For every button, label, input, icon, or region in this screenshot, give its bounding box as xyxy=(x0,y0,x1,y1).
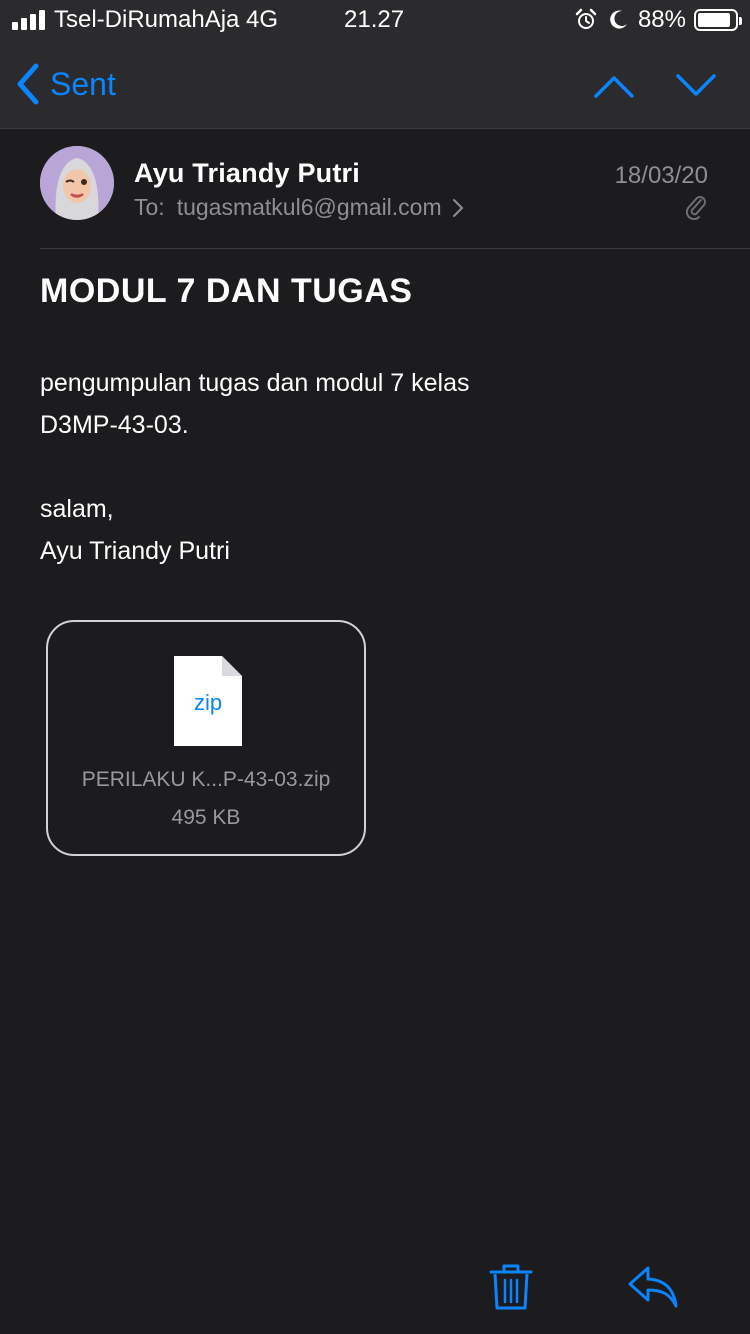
body-line: Ayu Triandy Putri xyxy=(40,537,230,565)
body-line: pengumpulan tugas dan modul 7 kelas xyxy=(40,369,470,397)
chevron-down-icon[interactable] xyxy=(674,64,718,108)
chevron-up-icon[interactable] xyxy=(592,64,636,108)
message-date: 18/03/20 xyxy=(614,162,708,189)
memoji-avatar-icon xyxy=(40,146,114,220)
body-line: salam, xyxy=(40,495,114,523)
chevron-left-icon xyxy=(17,63,39,105)
recipient-address: tugasmatkul6@gmail.com xyxy=(176,194,442,220)
header-divider xyxy=(40,248,750,249)
status-right-group: 88% xyxy=(574,6,742,34)
reply-icon[interactable] xyxy=(626,1264,680,1310)
signal-icon xyxy=(12,10,48,30)
back-button-label: Sent xyxy=(50,65,116,102)
avatar xyxy=(40,146,114,220)
attachment-name: PERILAKU K...P-43-03.zip xyxy=(81,768,331,791)
top-bar: Tsel-DiRumahAja 4G 21.27 88% Sent xyxy=(0,0,750,129)
alarm-icon xyxy=(575,8,597,29)
status-bar: Tsel-DiRumahAja 4G 21.27 88% xyxy=(0,0,750,40)
navigation-bar: Sent xyxy=(0,44,750,128)
file-type-label: zip xyxy=(193,690,223,715)
battery-fill xyxy=(698,13,730,27)
carrier-label: Tsel-DiRumahAja 4G xyxy=(54,6,279,33)
battery-icon xyxy=(694,9,742,31)
paperclip-icon xyxy=(685,196,706,220)
to-label: To: xyxy=(134,194,165,220)
battery-percent: 88% xyxy=(637,6,686,33)
attachment-card[interactable]: zip PERILAKU K...P-43-03.zip 495 KB xyxy=(46,620,366,856)
chevron-right-icon xyxy=(452,198,464,217)
status-time: 21.27 xyxy=(344,6,405,33)
zip-file-icon: zip xyxy=(172,654,244,748)
message-body: pengumpulan tugas dan modul 7 kelas D3MP… xyxy=(40,362,680,572)
body-line: D3MP-43-03. xyxy=(40,411,189,439)
trash-icon[interactable] xyxy=(488,1262,534,1312)
moon-icon xyxy=(610,10,627,29)
recipients-row[interactable]: To: tugasmatkul6@gmail.com xyxy=(134,194,464,221)
sender-name[interactable]: Ayu Triandy Putri xyxy=(134,158,360,189)
attachment-size: 495 KB xyxy=(171,806,241,829)
message-subject: MODUL 7 DAN TUGAS xyxy=(40,272,413,310)
back-button[interactable]: Sent xyxy=(14,60,116,108)
mail-message-screen: Tsel-DiRumahAja 4G 21.27 88% Sent Ayu Tr… xyxy=(0,0,750,1334)
